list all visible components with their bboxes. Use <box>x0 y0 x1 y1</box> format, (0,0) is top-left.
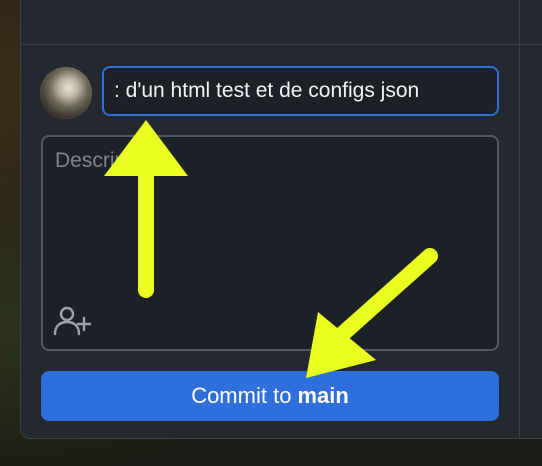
changes-list-area <box>21 0 542 45</box>
commit-panel-body: : d'un html test et de configs json Desc… <box>21 0 542 438</box>
commit-button[interactable]: Commit to main <box>41 371 499 421</box>
commit-branch-name: main <box>297 383 349 408</box>
add-coauthor-icon[interactable] <box>53 305 91 337</box>
commit-panel: : d'un html test et de configs json Desc… <box>20 0 542 439</box>
user-avatar <box>40 67 92 119</box>
description-placeholder: Description <box>55 149 161 172</box>
commit-summary-input[interactable]: : d'un html test et de configs json <box>102 66 499 116</box>
commit-description-field[interactable]: Description <box>41 135 499 351</box>
panel-divider <box>519 0 520 438</box>
commit-button-label: Commit to <box>191 383 292 408</box>
